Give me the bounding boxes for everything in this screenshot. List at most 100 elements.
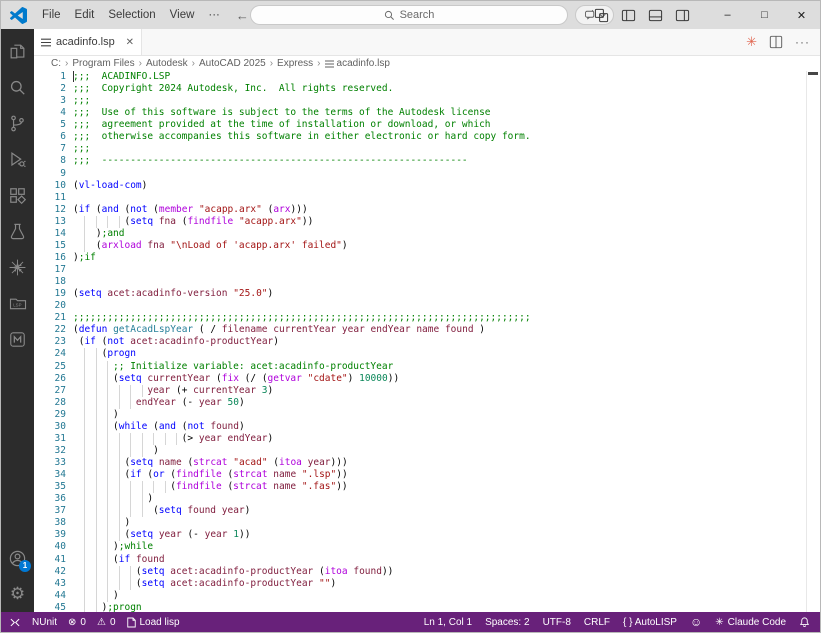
code-line[interactable]: 11 bbox=[34, 192, 820, 204]
remote-indicator-status-item[interactable] bbox=[9, 617, 21, 628]
code-line[interactable]: 40 );while bbox=[34, 541, 820, 553]
status-bar: NUnit ⊗0 ⚠0 Load lisp Ln 1, Col 1 Spaces: 2 U… bbox=[1, 612, 820, 632]
menu-selection[interactable]: Selection bbox=[101, 5, 162, 25]
toggle-panel-icon[interactable] bbox=[646, 6, 665, 25]
claude-asterisk-status-item[interactable]: ✳Claude Code bbox=[715, 617, 786, 628]
search-input[interactable]: Search bbox=[250, 5, 568, 25]
tab-close-icon[interactable]: ✕ bbox=[126, 37, 134, 48]
code-line[interactable]: 44 ) bbox=[34, 590, 820, 602]
breadcrumb-item[interactable]: AutoCAD 2025 bbox=[199, 58, 266, 69]
breadcrumb-item[interactable]: Program Files bbox=[72, 58, 134, 69]
svg-text:LSP: LSP bbox=[13, 302, 21, 307]
error-status-item[interactable]: ⊗0 bbox=[68, 617, 86, 628]
tab-acadinfo[interactable]: acadinfo.lsp ✕ bbox=[34, 29, 142, 55]
document-status-item[interactable]: Load lisp bbox=[127, 617, 180, 628]
more-actions-icon[interactable]: ··· bbox=[795, 35, 810, 49]
extensions-icon[interactable] bbox=[1, 177, 34, 213]
bell-status-item[interactable] bbox=[799, 616, 810, 628]
code-editor[interactable]: 1;;; ACADINFO.LSP2;;; Copyright 2024 Aut… bbox=[34, 71, 820, 612]
code-line[interactable]: 29 ) bbox=[34, 409, 820, 421]
code-line[interactable]: 45 );progn bbox=[34, 602, 820, 612]
autolisp-run-icon[interactable]: ✳ bbox=[746, 34, 757, 50]
lsp-folder-icon[interactable]: LSP bbox=[1, 285, 34, 321]
code-line[interactable]: 25 ;; Initialize variable: acet:acadinfo… bbox=[34, 361, 820, 373]
menu-edit[interactable]: Edit bbox=[68, 5, 102, 25]
menu-view[interactable]: View bbox=[163, 5, 202, 25]
code-line[interactable]: 30 (while (and (not found) bbox=[34, 421, 820, 433]
status-item[interactable]: UTF-8 bbox=[543, 617, 571, 628]
code-line[interactable]: 32 ) bbox=[34, 445, 820, 457]
code-line[interactable]: 41 (if found bbox=[34, 554, 820, 566]
code-line[interactable]: 26 (setq currentYear (fix (/ (getvar "cd… bbox=[34, 373, 820, 385]
minimize-button[interactable]: – bbox=[709, 1, 746, 29]
code-line[interactable]: 10(vl-load-com) bbox=[34, 180, 820, 192]
toggle-sidebar-icon[interactable] bbox=[619, 6, 638, 25]
code-line[interactable]: 6;;; otherwise accompanies this software… bbox=[34, 131, 820, 143]
code-line[interactable]: 36 ) bbox=[34, 493, 820, 505]
breadcrumb-file[interactable]: acadinfo.lsp bbox=[325, 58, 390, 69]
code-line[interactable]: 12(if (and (not (member "acapp.arx" (arx… bbox=[34, 204, 820, 216]
menu-file[interactable]: File bbox=[35, 5, 68, 25]
breadcrumb-item[interactable]: C: bbox=[51, 58, 61, 69]
code-line[interactable]: 39 (setq year (- year 1)) bbox=[34, 529, 820, 541]
customize-layout-icon[interactable] bbox=[592, 6, 611, 25]
run-debug-icon[interactable] bbox=[1, 141, 34, 177]
code-line[interactable]: 1;;; ACADINFO.LSP bbox=[34, 71, 820, 83]
feedback-smiley-status-item[interactable]: ☺ bbox=[690, 615, 702, 629]
code-line[interactable]: 27 year (+ currentYear 3) bbox=[34, 385, 820, 397]
code-line[interactable]: 38 ) bbox=[34, 517, 820, 529]
code-line[interactable]: 16);if bbox=[34, 252, 820, 264]
code-line[interactable]: 15 (arxload fna "\nLoad of 'acapp.arx' f… bbox=[34, 240, 820, 252]
code-line[interactable]: 20 bbox=[34, 300, 820, 312]
code-line[interactable]: 21;;;;;;;;;;;;;;;;;;;;;;;;;;;;;;;;;;;;;;… bbox=[34, 312, 820, 324]
code-line[interactable]: 24 (progn bbox=[34, 348, 820, 360]
code-line[interactable]: 34 (if (or (findfile (strcat name ".lsp"… bbox=[34, 469, 820, 481]
code-line[interactable]: 28 endYear (- year 50) bbox=[34, 397, 820, 409]
split-editor-icon[interactable] bbox=[769, 35, 783, 49]
code-line[interactable]: 42 (setq acet:acadinfo-productYear (itoa… bbox=[34, 566, 820, 578]
code-line[interactable]: 22(defun getAcadLspYear ( / filename cur… bbox=[34, 324, 820, 336]
code-line[interactable]: 35 (findfile (strcat name ".fas")) bbox=[34, 481, 820, 493]
code-line[interactable]: 19(setq acet:acadinfo-version "25.0") bbox=[34, 288, 820, 300]
code-line[interactable]: 23 (if (not acet:acadinfo-productYear) bbox=[34, 336, 820, 348]
toggle-secondary-sidebar-icon[interactable] bbox=[673, 6, 692, 25]
line-number: 26 bbox=[34, 373, 73, 385]
code-line[interactable]: 7;;; bbox=[34, 143, 820, 155]
status-item[interactable]: Ln 1, Col 1 bbox=[424, 617, 472, 628]
line-number: 44 bbox=[34, 590, 73, 602]
code-line[interactable]: 33 (setq name (strcat "acad" (itoa year)… bbox=[34, 457, 820, 469]
close-button[interactable]: ✕ bbox=[783, 1, 820, 29]
code-line[interactable]: 14 );and bbox=[34, 228, 820, 240]
search-icon[interactable] bbox=[1, 69, 34, 105]
code-line[interactable]: 9 bbox=[34, 168, 820, 180]
code-line[interactable]: 17 bbox=[34, 264, 820, 276]
status-item[interactable]: CRLF bbox=[584, 617, 610, 628]
maximize-button[interactable]: □ bbox=[746, 1, 783, 29]
code-line[interactable]: 43 (setq acet:acadinfo-productYear "") bbox=[34, 578, 820, 590]
menu-overflow[interactable]: ··· bbox=[201, 5, 227, 25]
code-line[interactable]: 37 (setq found year) bbox=[34, 505, 820, 517]
code-line[interactable]: 18 bbox=[34, 276, 820, 288]
status-item[interactable]: Spaces: 2 bbox=[485, 617, 529, 628]
testing-beaker-icon[interactable] bbox=[1, 213, 34, 249]
status-item[interactable]: NUnit bbox=[32, 617, 57, 628]
breadcrumb-item[interactable]: Autodesk bbox=[146, 58, 188, 69]
warning-status-item[interactable]: ⚠0 bbox=[97, 617, 116, 628]
code-line[interactable]: 8;;; -----------------------------------… bbox=[34, 155, 820, 167]
files-icon[interactable] bbox=[1, 33, 34, 69]
code-line[interactable]: 31 (> year endYear) bbox=[34, 433, 820, 445]
code-line[interactable]: 4;;; Use of this software is subject to … bbox=[34, 107, 820, 119]
code-line[interactable]: 3;;; bbox=[34, 95, 820, 107]
code-line[interactable]: 2;;; Copyright 2024 Autodesk, Inc. All r… bbox=[34, 83, 820, 95]
code-line[interactable]: 13 (setq fna (findfile "acapp.arx")) bbox=[34, 216, 820, 228]
code-line[interactable]: 5;;; agreement provided at the time of i… bbox=[34, 119, 820, 131]
m-extension-icon[interactable] bbox=[1, 321, 34, 357]
account-icon[interactable]: 1 bbox=[1, 540, 34, 576]
vscode-logo bbox=[10, 7, 27, 24]
settings-gear-icon[interactable]: ⚙ bbox=[1, 576, 34, 612]
line-number: 4 bbox=[34, 107, 73, 119]
source-control-icon[interactable] bbox=[1, 105, 34, 141]
starburst-icon[interactable] bbox=[1, 249, 34, 285]
breadcrumb-item[interactable]: Express bbox=[277, 58, 313, 69]
status-item[interactable]: { } AutoLISP bbox=[623, 617, 677, 628]
